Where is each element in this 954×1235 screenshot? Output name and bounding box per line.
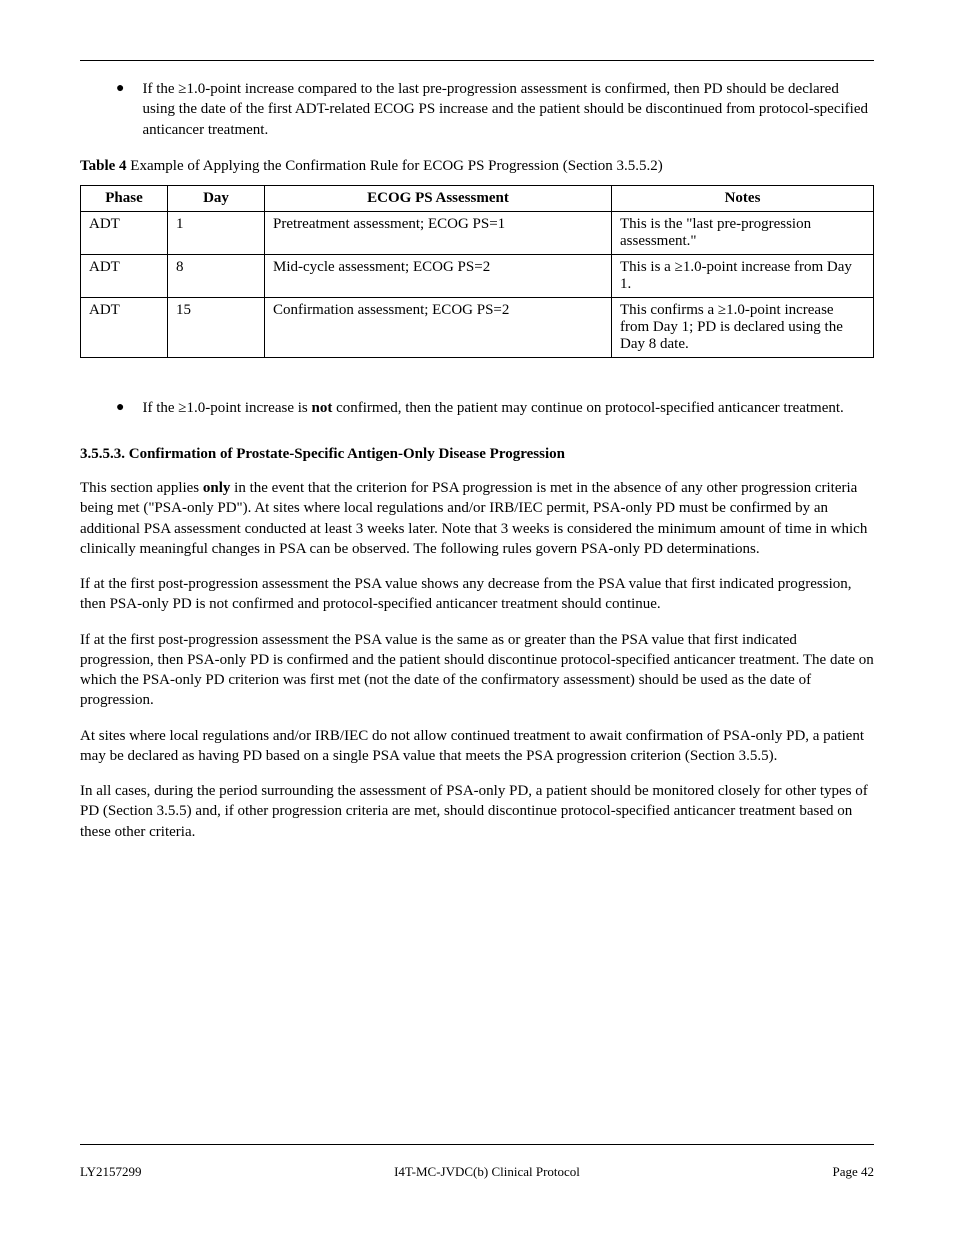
para-1: This section applies only in the event t…: [80, 478, 874, 559]
bullet-icon: ●: [116, 79, 124, 140]
col-day: Day: [168, 185, 265, 211]
para1-signal: only: [203, 480, 231, 496]
table-caption: Table 4 Example of Applying the Confirma…: [80, 158, 874, 175]
para-4: At sites where local regulations and/or …: [80, 726, 874, 767]
table-row: ADT 8 Mid-cycle assessment; ECOG PS=2 Th…: [81, 254, 874, 297]
para-2: If at the first post-progression assessm…: [80, 574, 874, 615]
bullet2-tail: confirmed, then the patient may continue…: [332, 400, 843, 416]
cell-day: 1: [168, 211, 265, 254]
cell-phase: ADT: [81, 297, 168, 357]
footer-left: LY2157299: [80, 1164, 142, 1180]
cell-day: 15: [168, 297, 265, 357]
cell-notes: This is a ≥1.0-point increase from Day 1…: [612, 254, 874, 297]
table-row: ADT 15 Confirmation assessment; ECOG PS=…: [81, 297, 874, 357]
footer-page: Page 42: [832, 1164, 874, 1180]
ecog-table: Phase Day ECOG PS Assessment Notes ADT 1…: [80, 185, 874, 358]
bullet-2-text: If the ≥1.0-point increase is not confir…: [142, 398, 843, 418]
bullet-item-1: ● If the ≥1.0-point increase compared to…: [116, 79, 874, 140]
cell-assess: Mid-cycle assessment; ECOG PS=2: [265, 254, 612, 297]
para1-pre: This section applies: [80, 480, 203, 496]
cell-phase: ADT: [81, 254, 168, 297]
table-header-row: Phase Day ECOG PS Assessment Notes: [81, 185, 874, 211]
table-row: ADT 1 Pretreatment assessment; ECOG PS=1…: [81, 211, 874, 254]
bullet-1-text: If the ≥1.0-point increase compared to t…: [142, 79, 874, 140]
cell-assess: Confirmation assessment; ECOG PS=2: [265, 297, 612, 357]
para-3: If at the first post-progression assessm…: [80, 630, 874, 711]
cell-phase: ADT: [81, 211, 168, 254]
cell-notes: This confirms a ≥1.0-point increase from…: [612, 297, 874, 357]
bullet-item-2: ● If the ≥1.0-point increase is not conf…: [116, 398, 874, 418]
cell-day: 8: [168, 254, 265, 297]
col-notes: Notes: [612, 185, 874, 211]
spacer: [80, 358, 874, 398]
footer: LY2157299 I4T-MC-JVDC(b) Clinical Protoc…: [80, 1164, 874, 1180]
bullet2-signal: not: [311, 400, 332, 416]
cell-assess: Pretreatment assessment; ECOG PS=1: [265, 211, 612, 254]
bullet2-lead: If the ≥1.0-point increase is: [142, 400, 311, 416]
cell-notes: This is the "last pre-progression assess…: [612, 211, 874, 254]
para-5: In all cases, during the period surround…: [80, 781, 874, 842]
bullet-icon: ●: [116, 398, 124, 418]
col-phase: Phase: [81, 185, 168, 211]
footer-right: I4T-MC-JVDC(b) Clinical Protocol: [394, 1164, 580, 1180]
section-heading: 3.5.5.3. Confirmation of Prostate-Specif…: [80, 446, 874, 463]
page: ● If the ≥1.0-point increase compared to…: [0, 0, 954, 1235]
top-rule: [80, 60, 874, 61]
table-caption-body: Example of Applying the Confirmation Rul…: [130, 158, 662, 174]
bottom-rule: [80, 1144, 874, 1145]
col-assess: ECOG PS Assessment: [265, 185, 612, 211]
table-label: Table 4: [80, 158, 127, 174]
